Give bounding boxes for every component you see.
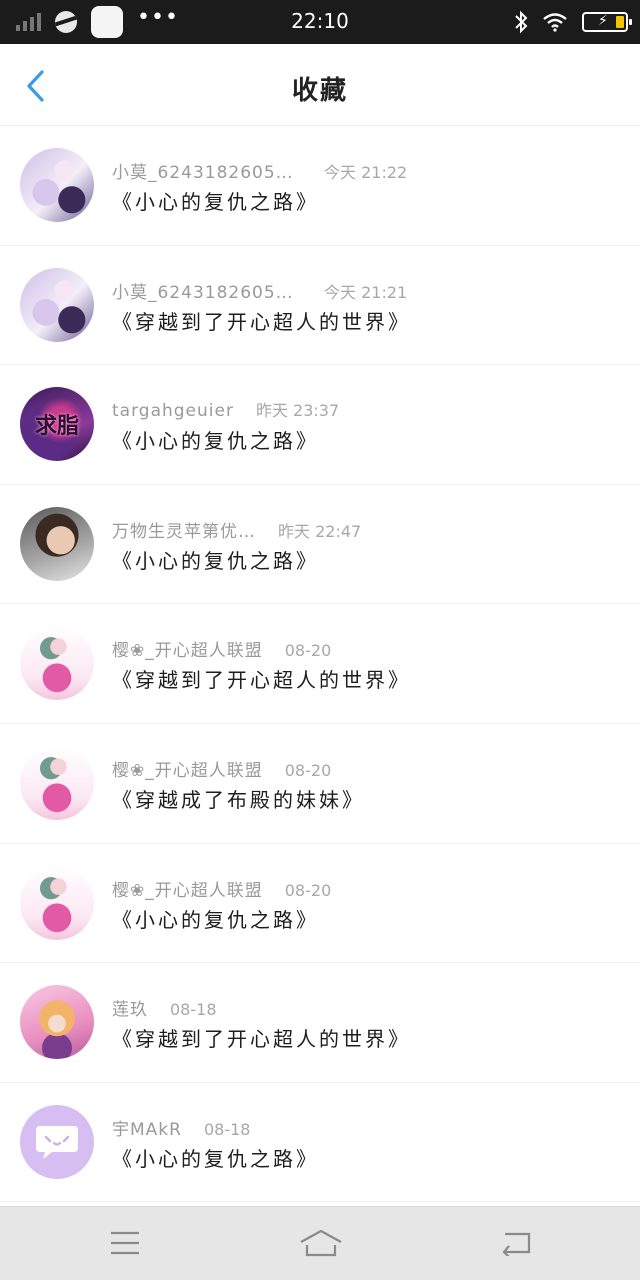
book-title[interactable]: 《穿越到了开心超人的世界》: [112, 664, 411, 693]
timestamp: 今天 21:21: [324, 282, 408, 302]
username[interactable]: 宇MAkR: [112, 1115, 182, 1140]
favorites-list: 小莫_62431826059… 今天 21:22 《小心的复仇之路》 小莫_62…: [0, 126, 640, 1206]
username[interactable]: 樱❀_开心超人联盟: [112, 636, 263, 661]
avatar[interactable]: [20, 626, 94, 701]
avatar-text: 求脂: [34, 413, 79, 440]
username[interactable]: targahgeuier: [112, 401, 234, 421]
book-title[interactable]: 《穿越到了开心超人的世界》: [112, 1023, 411, 1052]
timestamp: 08-18: [203, 1119, 251, 1139]
timestamp: 昨天 23:37: [255, 401, 340, 421]
app-header: 收藏: [0, 44, 640, 126]
timestamp: 08-20: [284, 760, 332, 780]
back-button[interactable]: [18, 68, 54, 104]
book-title[interactable]: 《小心的复仇之路》: [112, 1143, 319, 1172]
chevron-left-icon: [27, 70, 44, 102]
bluetooth-icon: [515, 10, 528, 34]
avatar[interactable]: [20, 506, 94, 581]
username[interactable]: 樱❀_开心超人联盟: [112, 756, 263, 781]
username[interactable]: 小莫_62431826059…: [112, 158, 302, 183]
home-icon: [300, 1229, 342, 1257]
username[interactable]: 小莫_62431826059…: [112, 278, 302, 303]
avatar[interactable]: [20, 865, 94, 940]
back-icon: [502, 1232, 531, 1256]
system-nav-bar: [0, 1206, 640, 1280]
list-item[interactable]: 万物生灵苹第优… 昨天 22:47 《小心的复仇之路》: [0, 485, 640, 605]
list-item[interactable]: 小莫_62431826059… 今天 21:22 《小心的复仇之路》: [0, 126, 640, 246]
list-item[interactable]: 宇MAkR 08-18 《小心的复仇之路》: [0, 1083, 640, 1203]
list-item[interactable]: 樱❀_开心超人联盟 08-20 《穿越成了布殿的妹妹》: [0, 724, 640, 844]
book-title[interactable]: 《小心的复仇之路》: [112, 904, 319, 933]
list-item[interactable]: 樱❀_开心超人联盟 08-20 《小心的复仇之路》: [0, 844, 640, 964]
avatar[interactable]: [20, 267, 94, 342]
book-title[interactable]: 《穿越到了开心超人的世界》: [112, 306, 411, 335]
avatar[interactable]: 求脂: [20, 387, 94, 462]
username[interactable]: 樱❀_开心超人联盟: [112, 876, 263, 901]
book-title[interactable]: 《小心的复仇之路》: [112, 545, 319, 574]
avatar[interactable]: [20, 985, 94, 1060]
timestamp: 昨天 22:47: [278, 521, 362, 541]
wifi-icon: [543, 13, 567, 32]
username[interactable]: 万物生灵苹第优…: [112, 517, 256, 542]
book-title[interactable]: 《穿越成了布殿的妹妹》: [112, 784, 365, 813]
home-button[interactable]: [298, 1225, 344, 1261]
avatar[interactable]: [20, 148, 94, 222]
avatar[interactable]: [20, 1104, 94, 1179]
status-bar: ••• 22:10 ⚡: [0, 0, 640, 44]
username[interactable]: 莲玖: [112, 995, 148, 1020]
battery-charging-icon: ⚡: [582, 12, 632, 32]
list-item[interactable]: 樱❀_开心超人联盟 08-20 《穿越到了开心超人的世界》: [0, 604, 640, 724]
timestamp: 08-18: [170, 1000, 217, 1020]
list-item[interactable]: 求脂 targahgeuier 昨天 23:37 《小心的复仇之路》: [0, 365, 640, 485]
book-title[interactable]: 《小心的复仇之路》: [112, 186, 319, 215]
menu-icon: [111, 1231, 139, 1255]
page-title: 收藏: [291, 76, 348, 106]
book-title[interactable]: 《小心的复仇之路》: [112, 425, 319, 454]
menu-button[interactable]: [105, 1225, 145, 1261]
timestamp: 08-20: [284, 641, 332, 661]
back-nav-button[interactable]: [496, 1225, 536, 1261]
list-item[interactable]: 小莫_62431826059… 今天 21:21 《穿越到了开心超人的世界》: [0, 246, 640, 366]
avatar[interactable]: [20, 745, 94, 820]
list-item[interactable]: 莲玖 08-18 《穿越到了开心超人的世界》: [0, 963, 640, 1083]
timestamp: 今天 21:22: [324, 163, 408, 182]
chat-bubble-icon: [36, 1125, 78, 1159]
timestamp: 08-20: [284, 880, 332, 900]
